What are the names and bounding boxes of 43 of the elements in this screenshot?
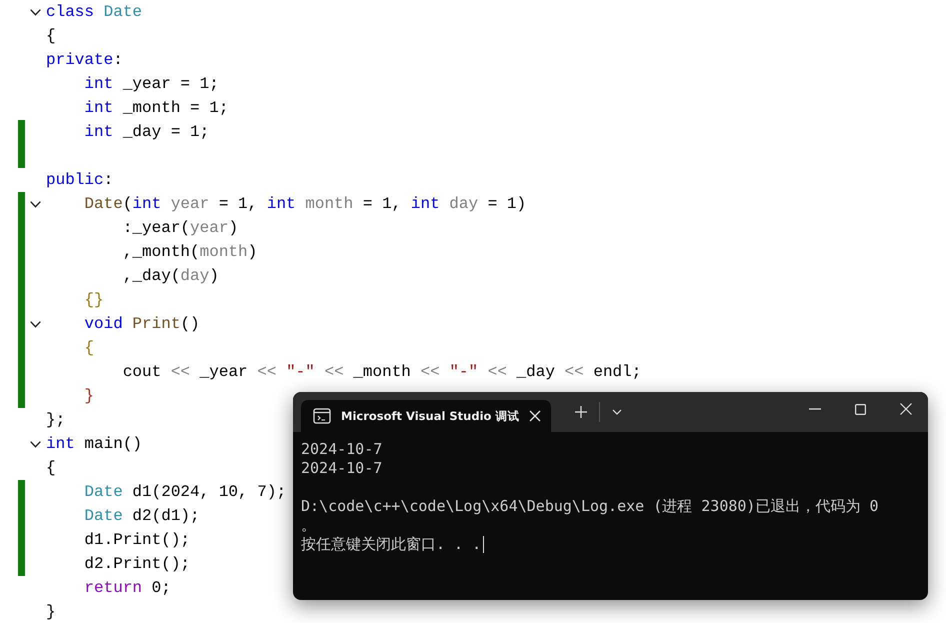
code-line: { <box>46 26 56 46</box>
code-line: Date d1(2024, 10, 7); <box>84 482 286 502</box>
close-tab-icon[interactable] <box>529 410 542 422</box>
code-line: Date d2(d1); <box>84 506 200 526</box>
code-line: } <box>46 602 56 622</box>
code-line: } <box>84 386 94 406</box>
code-line: void Print() <box>84 314 200 334</box>
tab-title: Microsoft Visual Studio 调试 <box>341 408 520 424</box>
code-line: ,_day(day) <box>122 266 219 286</box>
maximize-icon[interactable] <box>855 404 866 414</box>
code-line: :_year(year) <box>122 218 238 238</box>
code-line: ,_month(month) <box>122 242 258 262</box>
console-text: 2024-10-7 <box>301 459 382 478</box>
code-line: { <box>46 458 56 478</box>
new-tab-icon[interactable] <box>575 406 588 418</box>
minimize-icon[interactable] <box>809 408 821 410</box>
code-line: d2.Print(); <box>84 554 190 574</box>
code-line: int _day = 1; <box>84 122 210 142</box>
code-line: }; <box>46 410 66 430</box>
code-line: d1.Print(); <box>84 530 190 550</box>
console-text: 按任意键关闭此窗口. . . <box>301 535 482 554</box>
code-line: return 0; <box>84 578 171 598</box>
code-line: int main() <box>46 434 142 454</box>
code-line: cout << _year << "-" << _month << "-" << _day << endl; <box>122 362 642 382</box>
dropdown-caret-icon[interactable] <box>612 409 622 415</box>
close-icon[interactable] <box>900 403 912 415</box>
code-line: int _year = 1; <box>84 74 219 94</box>
code-line: public: <box>46 170 114 190</box>
code-line: Date(int year = 1, int month = 1, int day = 1) <box>84 194 526 214</box>
console-text: 。 <box>301 516 316 535</box>
code-line: {} <box>84 290 104 310</box>
console-app-icon <box>313 408 331 424</box>
code-line: int _month = 1; <box>84 98 228 118</box>
code-line: class Date <box>46 2 142 22</box>
collapse-chevron-icon[interactable] <box>30 320 41 328</box>
collapse-chevron-icon[interactable] <box>30 8 41 16</box>
collapse-chevron-icon[interactable] <box>30 200 41 208</box>
console-text: 2024-10-7 <box>301 440 382 459</box>
code-line: { <box>84 338 94 358</box>
collapse-chevron-icon[interactable] <box>30 440 41 448</box>
console-text: D:\code\c++\code\Log\x64\Debug\Log.exe (进程 23080)已退出，代码为 0 <box>301 497 879 516</box>
code-line: private: <box>46 50 123 70</box>
console-tab[interactable]: Microsoft Visual Studio 调试 <box>301 400 552 432</box>
